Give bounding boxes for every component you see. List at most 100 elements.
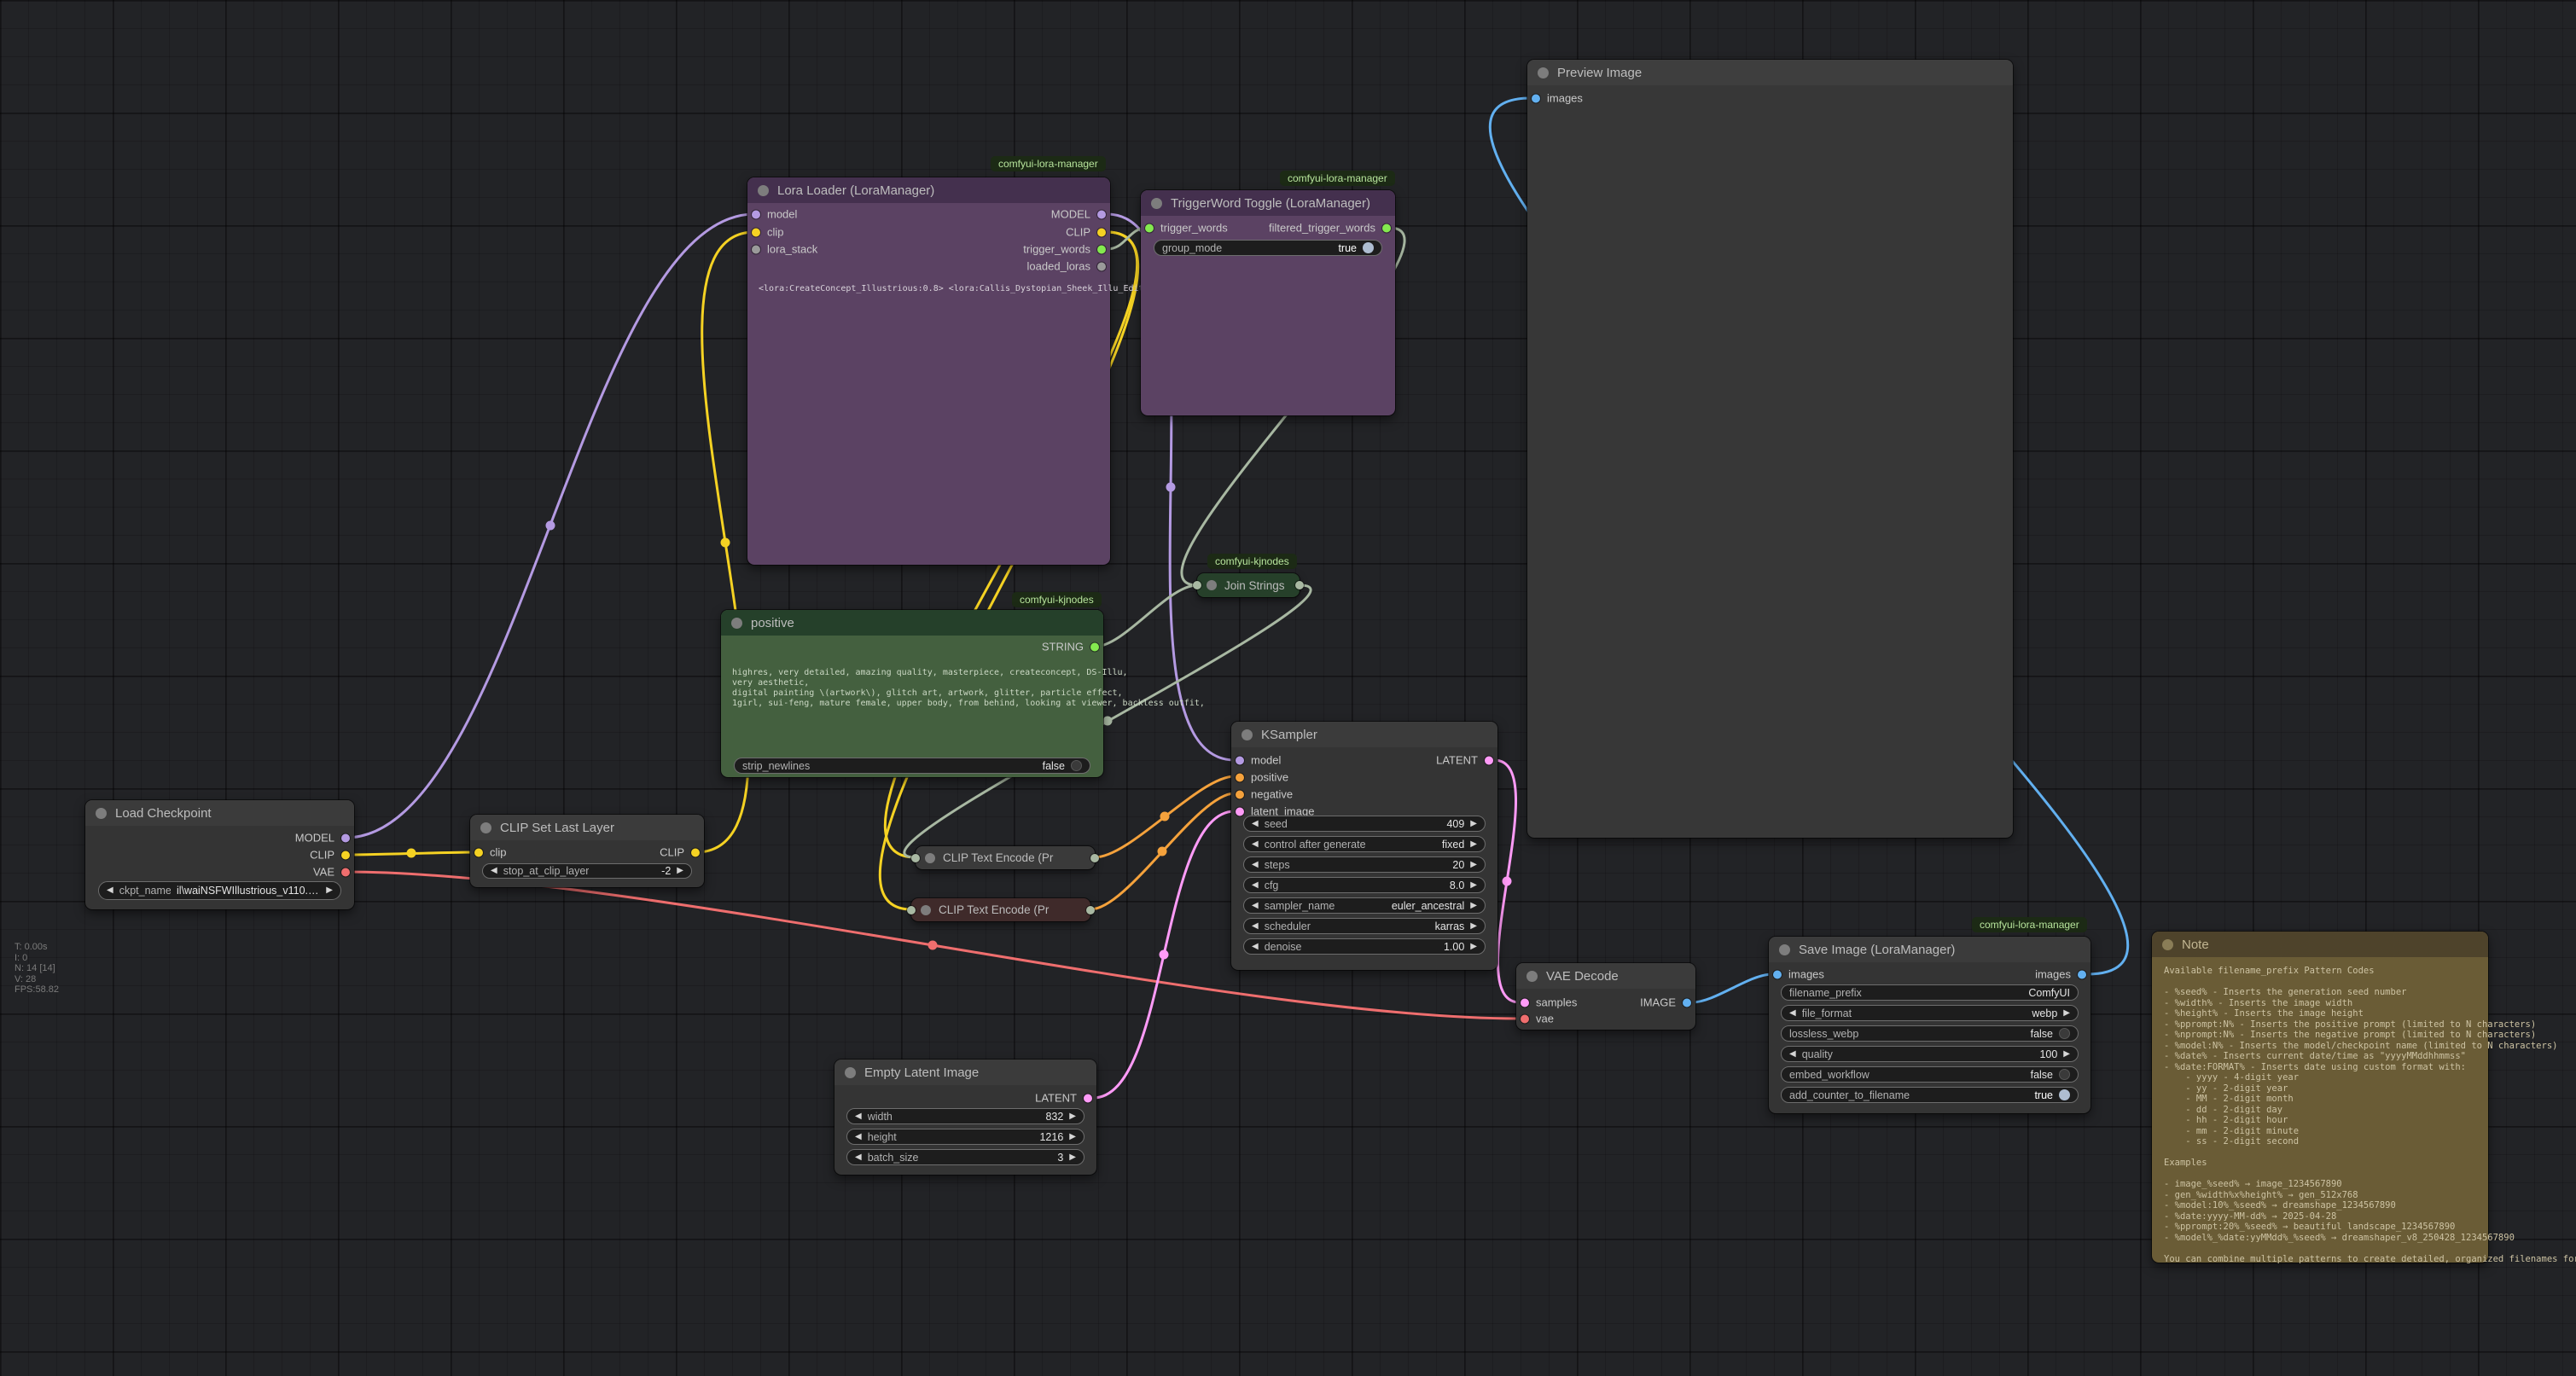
group-mode-toggle[interactable]: group_mode true: [1154, 240, 1382, 256]
input-dot-clip[interactable]: [474, 848, 483, 856]
node-clip-text-encode-negative[interactable]: CLIP Text Encode (Pr: [911, 898, 1090, 921]
collapsed-output-dot[interactable]: [1295, 581, 1304, 589]
output-dot-clip[interactable]: [341, 851, 350, 859]
collapse-toggle[interactable]: [96, 808, 107, 819]
input-dot-samples[interactable]: [1521, 998, 1529, 1007]
collapse-toggle[interactable]: [731, 618, 742, 629]
embed-workflow-toggle[interactable]: embed_workflow false: [1781, 1066, 2079, 1083]
toggle-circle-icon[interactable]: [2059, 1089, 2070, 1100]
increment-arrow-icon[interactable]: ▶: [677, 867, 683, 875]
input-dot-images[interactable]: [1532, 94, 1540, 102]
decrement-arrow-icon[interactable]: ◀: [855, 1133, 862, 1141]
toggle-circle-icon[interactable]: [1071, 760, 1082, 771]
seed-widget[interactable]: ◀ seed 409 ▶: [1243, 816, 1486, 832]
increment-arrow-icon[interactable]: ▶: [1069, 1153, 1076, 1162]
denoise-widget[interactable]: ◀ denoise 1.00 ▶: [1243, 938, 1486, 955]
collapse-toggle[interactable]: [845, 1067, 856, 1078]
increment-arrow-icon[interactable]: ▶: [1470, 820, 1477, 828]
width-widget[interactable]: ◀ width 832 ▶: [846, 1108, 1084, 1124]
collapse-toggle[interactable]: [480, 822, 491, 833]
output-dot-trigger-words[interactable]: [1097, 245, 1106, 253]
node-load-checkpoint[interactable]: Load Checkpoint MODEL CLIP VAE ◀ ckpt_na…: [85, 800, 354, 909]
increment-arrow-icon[interactable]: ▶: [1470, 943, 1477, 951]
decrement-arrow-icon[interactable]: ◀: [1252, 820, 1259, 828]
node-ksampler[interactable]: KSampler model positive negative latent_…: [1231, 722, 1497, 970]
collapsed-output-dot[interactable]: [1086, 906, 1095, 914]
comfyui-canvas[interactable]: { "canvas": { "stats": "T: 0.00s\nI: 0\n…: [0, 0, 2576, 1376]
control-after-generate-widget[interactable]: ◀ control after generate fixed ▶: [1243, 836, 1486, 852]
collapse-toggle[interactable]: [1241, 729, 1253, 740]
node-triggerword-toggle[interactable]: TriggerWord Toggle (LoraManager) trigger…: [1141, 190, 1395, 415]
decrement-arrow-icon[interactable]: ◀: [855, 1112, 862, 1121]
height-widget[interactable]: ◀ height 1216 ▶: [846, 1129, 1084, 1145]
stop-at-clip-layer-widget[interactable]: ◀ stop_at_clip_layer -2 ▶: [482, 863, 692, 879]
decrement-arrow-icon[interactable]: ◀: [491, 867, 497, 875]
decrement-arrow-icon[interactable]: ◀: [855, 1153, 862, 1162]
lossless-webp-toggle[interactable]: lossless_webp false: [1781, 1025, 2079, 1042]
decrement-arrow-icon[interactable]: ◀: [1252, 902, 1259, 910]
decrement-arrow-icon[interactable]: ◀: [107, 886, 113, 895]
scheduler-widget[interactable]: ◀ scheduler karras ▶: [1243, 918, 1486, 934]
input-dot-positive[interactable]: [1236, 773, 1244, 781]
input-dot-lora-stack[interactable]: [752, 245, 760, 253]
collapse-toggle[interactable]: [1151, 198, 1162, 209]
increment-arrow-icon[interactable]: ▶: [1470, 902, 1477, 910]
collapse-toggle[interactable]: [1526, 971, 1538, 982]
input-dot-negative[interactable]: [1236, 790, 1244, 798]
increment-arrow-icon[interactable]: ▶: [2063, 1050, 2070, 1059]
increment-arrow-icon[interactable]: ▶: [1470, 861, 1477, 869]
increment-arrow-icon[interactable]: ▶: [1470, 840, 1477, 849]
lora-syntax-text[interactable]: <lora:CreateConcept_Illustrious:0.8> <lo…: [759, 284, 1185, 294]
node-empty-latent-image[interactable]: Empty Latent Image LATENT ◀ width 832 ▶ …: [834, 1060, 1096, 1175]
decrement-arrow-icon[interactable]: ◀: [1252, 861, 1259, 869]
prompt-text[interactable]: highres, very detailed, amazing quality,…: [732, 668, 1205, 709]
strip-newlines-toggle[interactable]: strip_newlines false: [734, 758, 1090, 774]
increment-arrow-icon[interactable]: ▶: [2063, 1009, 2070, 1018]
output-dot-model[interactable]: [1097, 210, 1106, 218]
node-note[interactable]: Note Available filename_prefix Pattern C…: [2152, 932, 2488, 1263]
output-dot-image[interactable]: [1683, 998, 1691, 1007]
decrement-arrow-icon[interactable]: ◀: [1252, 943, 1259, 951]
output-dot-latent[interactable]: [1084, 1094, 1092, 1102]
output-dot-images[interactable]: [2078, 970, 2086, 978]
collapse-toggle[interactable]: [1538, 67, 1549, 78]
node-join-strings[interactable]: Join Strings: [1197, 573, 1300, 597]
output-dot-string[interactable]: [1090, 642, 1099, 651]
collapsed-input-dot[interactable]: [1193, 581, 1201, 589]
node-clip-text-encode-positive[interactable]: CLIP Text Encode (Pr: [916, 846, 1095, 869]
quality-widget[interactable]: ◀ quality 100 ▶: [1781, 1046, 2079, 1062]
collapse-toggle[interactable]: [925, 853, 935, 863]
node-preview-image[interactable]: Preview Image images: [1527, 60, 2013, 838]
collapse-toggle[interactable]: [758, 185, 769, 196]
node-clip-set-last-layer[interactable]: CLIP Set Last Layer clip CLIP ◀ stop_at_…: [470, 815, 704, 887]
cfg-widget[interactable]: ◀ cfg 8.0 ▶: [1243, 877, 1486, 893]
toggle-circle-icon[interactable]: [2059, 1028, 2070, 1039]
node-vae-decode[interactable]: VAE Decode samples vae IMAGE: [1516, 963, 1695, 1030]
node-lora-loader[interactable]: Lora Loader (LoraManager) model clip lor…: [747, 177, 1110, 565]
sampler-name-widget[interactable]: ◀ sampler_name euler_ancestral ▶: [1243, 897, 1486, 914]
node-positive-prompt[interactable]: positive STRING highres, very detailed, …: [721, 610, 1103, 777]
collapsed-input-dot[interactable]: [911, 854, 920, 862]
output-dot-clip[interactable]: [1097, 228, 1106, 236]
batch-size-widget[interactable]: ◀ batch_size 3 ▶: [846, 1149, 1084, 1165]
increment-arrow-icon[interactable]: ▶: [1470, 881, 1477, 890]
output-dot-latent[interactable]: [1485, 756, 1493, 764]
output-dot-loaded-loras[interactable]: [1097, 262, 1106, 270]
input-dot-images[interactable]: [1773, 970, 1782, 978]
increment-arrow-icon[interactable]: ▶: [1470, 922, 1477, 931]
output-dot-clip[interactable]: [691, 848, 700, 856]
increment-arrow-icon[interactable]: ▶: [1069, 1133, 1076, 1141]
output-dot-filtered-trigger-words[interactable]: [1382, 224, 1391, 232]
increment-arrow-icon[interactable]: ▶: [1069, 1112, 1076, 1121]
decrement-arrow-icon[interactable]: ◀: [1789, 1050, 1796, 1059]
input-dot-model[interactable]: [752, 210, 760, 218]
decrement-arrow-icon[interactable]: ◀: [1252, 881, 1259, 890]
collapse-toggle[interactable]: [1779, 944, 1790, 955]
ckpt-name-widget[interactable]: ◀ ckpt_name il\waiNSFWIllustrious_v110.s…: [98, 881, 341, 900]
increment-arrow-icon[interactable]: ▶: [326, 886, 333, 895]
input-dot-latent-image[interactable]: [1236, 807, 1244, 816]
output-dot-model[interactable]: [341, 833, 350, 842]
input-dot-clip[interactable]: [752, 228, 760, 236]
filename-prefix-field[interactable]: filename_prefix ComfyUI: [1781, 984, 2079, 1001]
decrement-arrow-icon[interactable]: ◀: [1252, 922, 1259, 931]
